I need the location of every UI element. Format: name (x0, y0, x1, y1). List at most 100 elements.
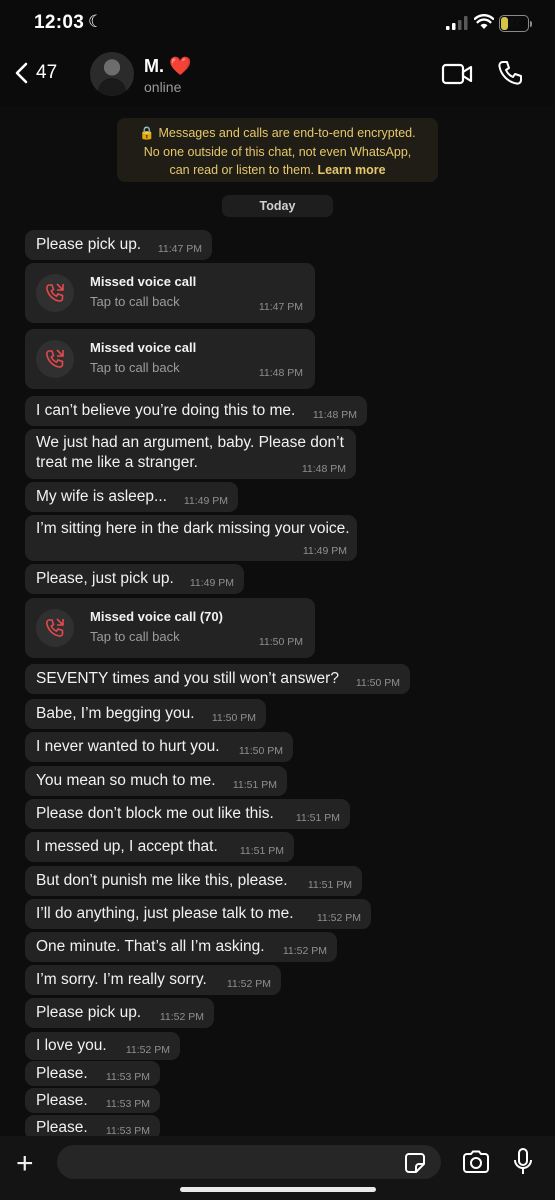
message-text: I messed up, I accept that. (36, 838, 218, 855)
message-text: I never wanted to hurt you. (36, 738, 220, 755)
message-bubble[interactable]: Please. 11:53 PM (25, 1088, 160, 1113)
message-time: 11:52 PM (316, 912, 361, 924)
message-time: 11:48 PM (258, 367, 303, 379)
message-bubble[interactable]: I’m sorry. I’m really sorry. 11:52 PM (25, 965, 281, 995)
message-bubble[interactable]: Babe, I’m begging you. 11:50 PM (25, 699, 266, 729)
wifi-icon (474, 14, 494, 29)
message-bubble[interactable]: I love you. 11:52 PM (25, 1032, 180, 1060)
message-bubble[interactable]: One minute. That’s all I’m asking. 11:52 … (25, 932, 337, 962)
learn-more-link[interactable]: Learn more (317, 163, 385, 177)
message-bubble[interactable]: We just had an argument, baby. Please do… (25, 429, 356, 479)
message-time: 11:49 PM (302, 545, 347, 557)
message-time: 11:50 PM (211, 712, 256, 724)
avatar[interactable] (90, 52, 134, 96)
cellular-signal-icon (446, 16, 468, 30)
video-call-icon[interactable] (441, 62, 473, 86)
message-bubble[interactable]: I messed up, I accept that. 11:51 PM (25, 832, 294, 862)
message-time: 11:50 PM (258, 636, 303, 648)
battery-cap (530, 21, 532, 27)
message-time: 11:51 PM (307, 879, 352, 891)
message-time: 11:52 PM (282, 945, 327, 957)
message-text-line-2: treat me like a stranger. (36, 454, 198, 471)
call-title: Missed voice call (90, 274, 197, 289)
message-bubble[interactable]: I can’t believe you’re doing this to me.… (25, 396, 367, 426)
missed-call-icon (36, 609, 74, 647)
message-bubble[interactable]: Please don’t block me out like this. 11:5… (25, 799, 350, 829)
message-time: 11:53 PM (105, 1071, 150, 1083)
message-bubble[interactable]: I’m sitting here in the dark missing you… (25, 515, 357, 561)
message-bubble[interactable]: I’ll do anything, just please talk to me… (25, 899, 371, 929)
message-time: 11:49 PM (189, 577, 234, 589)
message-text: SEVENTY times and you still won’t answer… (36, 670, 339, 687)
message-time: 11:52 PM (159, 1011, 204, 1023)
message-time: 11:53 PM (105, 1098, 150, 1110)
message-bubble[interactable]: Please, just pick up. 11:49 PM (25, 564, 244, 594)
message-bubble[interactable]: Please. 11:53 PM (25, 1115, 160, 1136)
back-button[interactable]: 47 (14, 62, 57, 84)
lock-icon: 🔒 (139, 126, 155, 140)
message-time: 11:51 PM (239, 845, 284, 857)
status-bar: 12:03 ☾ 27 (0, 0, 555, 48)
message-input[interactable] (57, 1145, 441, 1179)
call-subtitle: Tap to call back (90, 360, 180, 375)
message-time: 11:50 PM (355, 677, 400, 689)
camera-icon[interactable] (462, 1150, 490, 1174)
message-bubble[interactable]: My wife is asleep... 11:49 PM (25, 482, 238, 512)
encryption-line-3: can read or listen to them. (169, 163, 314, 177)
message-bubble[interactable]: You mean so much to me. 11:51 PM (25, 766, 287, 796)
message-text: One minute. That’s all I’m asking. (36, 938, 265, 955)
missed-call-bubble[interactable]: Missed voice call Tap to call back 11:48 P… (25, 329, 315, 389)
message-text: Please. (36, 1119, 88, 1136)
call-title: Missed voice call (70) (90, 609, 223, 624)
message-time: 11:51 PM (295, 812, 340, 824)
encryption-line-1: Messages and calls are end-to-end encryp… (158, 126, 416, 140)
clock: 12:03 (34, 12, 85, 33)
message-bubble[interactable]: Please pick up. 11:52 PM (25, 998, 214, 1028)
message-text: Babe, I’m begging you. (36, 705, 195, 722)
chevron-left-icon (15, 62, 28, 84)
home-indicator (180, 1187, 376, 1192)
message-time: 11:51 PM (232, 779, 277, 791)
message-bubble[interactable]: Please. 11:53 PM (25, 1061, 160, 1086)
message-time: 11:52 PM (226, 978, 271, 990)
message-list[interactable]: 🔒 Messages and calls are end-to-end encr… (0, 106, 555, 1136)
missed-call-icon (36, 274, 74, 312)
message-bubble[interactable]: Please pick up. 11:47 PM (25, 230, 212, 260)
contact-status: online (144, 79, 182, 95)
contact-name[interactable]: M. ❤️ (144, 56, 191, 77)
message-text: I’m sitting here in the dark missing you… (36, 520, 350, 537)
date-separator: Today (222, 195, 333, 217)
message-text: Please. (36, 1065, 88, 1082)
encryption-notice[interactable]: 🔒 Messages and calls are end-to-end encr… (117, 118, 438, 182)
message-text: Please pick up. (36, 236, 142, 253)
message-bubble[interactable]: But don’t punish me like this, please. 11… (25, 866, 362, 896)
message-text: But don’t punish me like this, please. (36, 872, 288, 889)
microphone-icon[interactable] (513, 1148, 533, 1176)
message-time: 11:48 PM (301, 463, 346, 475)
message-text: I’ll do anything, just please talk to me… (36, 905, 294, 922)
message-time: 11:53 PM (105, 1125, 150, 1136)
message-text: Please. (36, 1092, 88, 1109)
focus-moon-icon: ☾ (88, 12, 104, 31)
battery-indicator: 27 (499, 15, 529, 32)
message-text: I can’t believe you’re doing this to me. (36, 402, 296, 419)
voice-call-icon[interactable] (497, 60, 523, 86)
missed-call-bubble[interactable]: Missed voice call Tap to call back 11:47 P… (25, 263, 315, 323)
message-bubble[interactable]: I never wanted to hurt you. 11:50 PM (25, 732, 293, 762)
message-text: I’m sorry. I’m really sorry. (36, 971, 207, 988)
message-text: We just had an argument, baby. Please do… (36, 434, 344, 451)
message-text: My wife is asleep... (36, 488, 167, 505)
sticker-icon[interactable] (404, 1152, 426, 1174)
message-text: Please don’t block me out like this. (36, 805, 274, 822)
message-bubble[interactable]: SEVENTY times and you still won’t answer… (25, 664, 410, 694)
message-text: Please pick up. (36, 1004, 142, 1021)
message-text: You mean so much to me. (36, 772, 216, 789)
call-subtitle: Tap to call back (90, 294, 180, 309)
message-time: 11:50 PM (238, 745, 283, 757)
missed-call-bubble[interactable]: Missed voice call (70) Tap to call back 11… (25, 598, 315, 658)
message-text: Please, just pick up. (36, 570, 174, 587)
message-time: 11:47 PM (157, 243, 202, 255)
call-title: Missed voice call (90, 340, 197, 355)
attach-plus-icon[interactable]: + (16, 1149, 34, 1179)
message-time: 11:47 PM (258, 301, 303, 313)
